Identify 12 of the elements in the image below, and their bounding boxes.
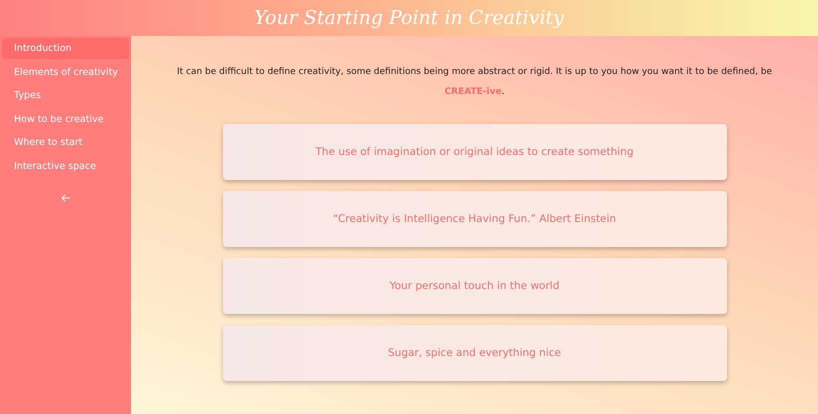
sidebar-item[interactable]: Interactive space — [2, 156, 129, 176]
sidebar-item[interactable]: Elements of creativity — [2, 62, 129, 82]
sidebar-item[interactable]: Introduction — [2, 38, 129, 59]
definition-card: Sugar, spice and everything nice — [222, 325, 726, 381]
sidebar-item[interactable]: Where to start — [2, 132, 129, 153]
sidebar-item[interactable]: How to be creative — [2, 108, 129, 130]
sidebar-item[interactable]: Types — [2, 85, 129, 106]
definition-card: The use of imagination or original ideas to create something — [222, 124, 726, 180]
definition-card: “Creativity is Intelligence Having Fun.” Albert Einstein — [222, 191, 726, 247]
definition-card: Your personal touch in the world — [222, 258, 726, 314]
page-title: Your Starting Point in Creativity — [254, 7, 564, 29]
intro-text: It can be difficult to define creativity, some definitions being more abstract or rigid. It is up to you how you want it to be defined, be CREATE-ive. — [176, 66, 774, 99]
